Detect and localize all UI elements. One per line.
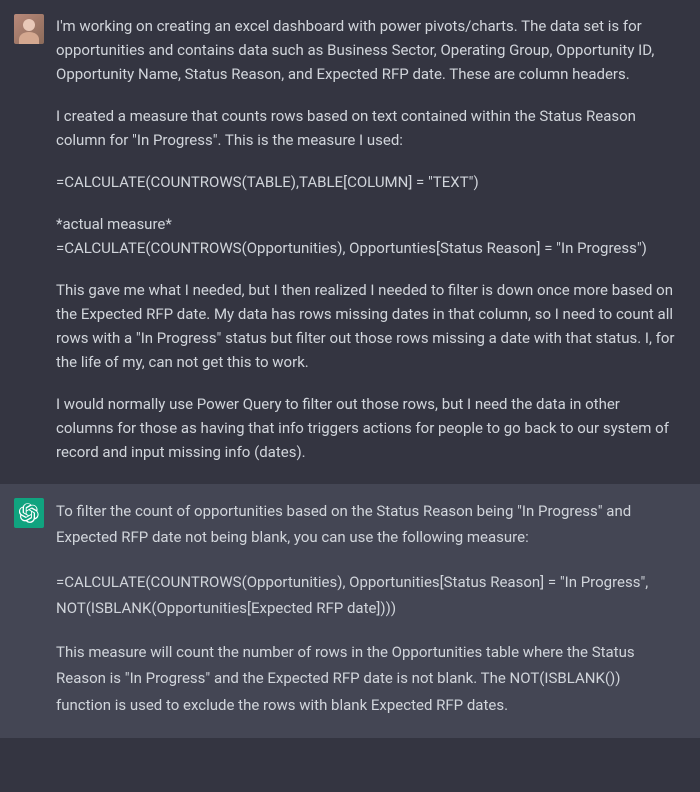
user-paragraph: This gave me what I needed, but I then r… bbox=[56, 278, 678, 374]
user-content: I'm working on creating an excel dashboa… bbox=[56, 14, 686, 464]
assistant-message: To filter the count of opportunities bas… bbox=[0, 484, 700, 738]
assistant-content: To filter the count of opportunities bas… bbox=[56, 498, 686, 718]
assistant-code: =CALCULATE(COUNTROWS(Opportunities), Opp… bbox=[56, 569, 678, 622]
user-avatar bbox=[14, 14, 44, 44]
user-paragraph: I'm working on creating an excel dashboa… bbox=[56, 14, 678, 86]
user-message: I'm working on creating an excel dashboa… bbox=[0, 0, 700, 484]
assistant-paragraph: To filter the count of opportunities bas… bbox=[56, 498, 678, 551]
user-paragraph: *actual measure* =CALCULATE(COUNTROWS(Op… bbox=[56, 212, 678, 260]
assistant-paragraph: This measure will count the number of ro… bbox=[56, 639, 678, 718]
ai-avatar bbox=[14, 498, 44, 528]
user-code: =CALCULATE(COUNTROWS(TABLE),TABLE[COLUMN… bbox=[56, 170, 678, 194]
user-paragraph: I would normally use Power Query to filt… bbox=[56, 392, 678, 464]
openai-logo-icon bbox=[19, 503, 39, 523]
user-paragraph: I created a measure that counts rows bas… bbox=[56, 104, 678, 152]
